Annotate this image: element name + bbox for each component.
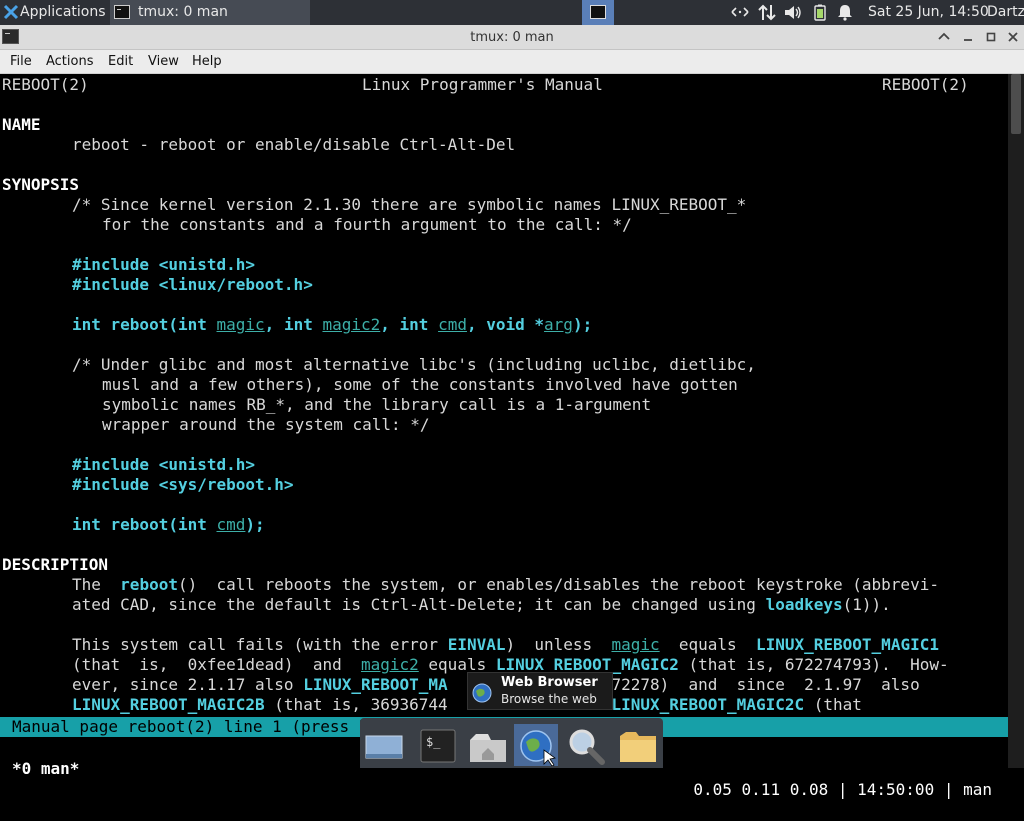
dock-tooltip: Web Browser Browse the web bbox=[467, 672, 613, 710]
param-cmd: cmd bbox=[216, 515, 246, 534]
name-description: reboot - reboot or enable/disable Ctrl-A… bbox=[72, 135, 516, 154]
volume-icon[interactable] bbox=[783, 4, 803, 21]
window-shade-icon[interactable] bbox=[936, 29, 952, 45]
menu-bar: File Actions Edit View Help bbox=[0, 50, 1024, 74]
man-header-right: REBOOT(2) bbox=[882, 75, 969, 94]
menu-help[interactable]: Help bbox=[192, 50, 222, 73]
window-title: tmux: 0 man bbox=[470, 30, 554, 45]
network-icon[interactable] bbox=[730, 4, 750, 21]
terminal-icon bbox=[114, 5, 130, 19]
search-icon[interactable] bbox=[564, 724, 608, 766]
terminal-launcher-icon[interactable]: $_ bbox=[416, 724, 460, 766]
description-line: The reboot() call reboots the system, or… bbox=[72, 575, 939, 594]
terminal-scrollbar[interactable] bbox=[1008, 74, 1024, 768]
synopsis-comment-line: /* Since kernel version 2.1.30 there are… bbox=[72, 195, 747, 214]
file-manager-folder-icon[interactable] bbox=[616, 724, 660, 766]
synopsis-comment-line: musl and a few others), some of the cons… bbox=[102, 375, 738, 394]
notification-bell-icon[interactable] bbox=[837, 4, 853, 21]
home-folder-icon[interactable] bbox=[466, 724, 510, 766]
param-magic: magic bbox=[216, 315, 265, 334]
prototype-line: int reboot(int magic, int magic2, int cm… bbox=[72, 315, 593, 334]
terminal-area[interactable]: REBOOT(2) Linux Programmer's Manual REBOOT… bbox=[0, 74, 1008, 799]
include-line: #include <linux/reboot.h> bbox=[72, 275, 313, 294]
maximize-icon[interactable] bbox=[983, 29, 999, 45]
menu-file[interactable]: File bbox=[10, 50, 32, 73]
close-icon[interactable] bbox=[1005, 29, 1021, 45]
synopsis-comment-line: symbolic names RB_*, and the library cal… bbox=[102, 395, 652, 414]
param-cmd: cmd bbox=[438, 315, 467, 334]
prototype-line: int reboot(int cmd); bbox=[72, 515, 265, 534]
tooltip-title: Web Browser bbox=[501, 675, 598, 690]
man-header-center: Linux Programmer's Manual bbox=[362, 75, 603, 94]
workspace-switcher[interactable] bbox=[582, 0, 614, 25]
menu-actions[interactable]: Actions bbox=[46, 50, 94, 73]
section-description-heading: DESCRIPTION bbox=[2, 555, 108, 574]
man-header: REBOOT(2) Linux Programmer's Manual REBOOT… bbox=[2, 75, 969, 95]
dock: $_ bbox=[360, 718, 663, 768]
description-line: ated CAD, since the default is Ctrl-Alt-… bbox=[72, 595, 891, 614]
section-name-heading: NAME bbox=[2, 115, 41, 134]
description-line: This system call fails (with the error E… bbox=[72, 635, 939, 654]
applications-label: Applications bbox=[20, 4, 106, 20]
svg-text:$_: $_ bbox=[426, 735, 441, 749]
section-synopsis-heading: SYNOPSIS bbox=[2, 175, 80, 194]
tooltip-description: Browse the web bbox=[501, 692, 597, 706]
clock[interactable]: Sat 25 Jun, 14:50 bbox=[868, 0, 989, 25]
menu-view[interactable]: View bbox=[148, 50, 179, 73]
param-arg: arg bbox=[544, 315, 573, 334]
globe-icon bbox=[472, 683, 492, 703]
top-panel: Applications tmux: 0 man Sat 25 Jun, 14:… bbox=[0, 0, 1024, 25]
taskbar-item-label: tmux: 0 man bbox=[138, 4, 228, 20]
tmux-status-right: 0.05 0.11 0.08 | 14:50:00 | man bbox=[693, 780, 992, 799]
synopsis-comment-line: /* Under glibc and most alternative libc… bbox=[72, 355, 756, 374]
include-line: #include <unistd.h> bbox=[72, 455, 256, 474]
param-magic2: magic2 bbox=[322, 315, 381, 334]
synopsis-comment-line: wrapper around the system call: */ bbox=[102, 415, 430, 434]
user-menu[interactable]: Dartz bbox=[987, 0, 1024, 25]
include-line: #include <unistd.h> bbox=[72, 255, 256, 274]
window-title-bar[interactable]: tmux: 0 man bbox=[0, 25, 1024, 50]
terminal-icon bbox=[590, 5, 606, 19]
web-browser-icon[interactable] bbox=[514, 724, 558, 766]
show-desktop-icon[interactable] bbox=[362, 724, 406, 766]
scrollbar-thumb[interactable] bbox=[1011, 74, 1021, 134]
battery-icon[interactable] bbox=[812, 4, 828, 21]
taskbar-item-tmux[interactable]: tmux: 0 man bbox=[110, 0, 310, 25]
menu-edit[interactable]: Edit bbox=[108, 50, 133, 73]
minimize-icon[interactable] bbox=[960, 29, 976, 45]
synopsis-comment-line: for the constants and a fourth argument … bbox=[102, 215, 632, 234]
man-header-left: REBOOT(2) bbox=[2, 75, 89, 94]
include-line: #include <sys/reboot.h> bbox=[72, 475, 294, 494]
xfce-logo-icon bbox=[3, 4, 19, 20]
applications-menu-button[interactable]: Applications bbox=[0, 0, 110, 25]
tmux-window-tab[interactable]: *0 man* bbox=[12, 758, 79, 779]
updates-icon[interactable] bbox=[757, 4, 777, 21]
